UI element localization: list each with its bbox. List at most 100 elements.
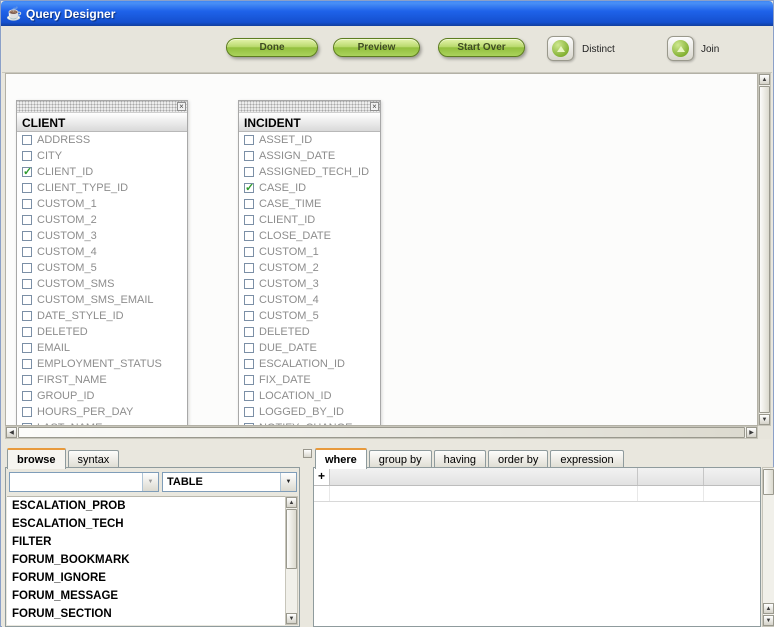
checkbox-due_date[interactable] [244,343,254,353]
table-list-item-forum_bookmark[interactable]: FORUM_BOOKMARK [7,551,285,569]
checkbox-custom_5[interactable] [22,263,32,273]
panel-drag-grip[interactable]: × [239,101,380,113]
grid-cell[interactable] [314,486,330,501]
splitter-handle[interactable] [303,449,312,458]
checkbox-employment_status[interactable] [22,359,32,369]
field-row-due_date[interactable]: DUE_DATE [239,340,380,356]
checkbox-custom_sms_email[interactable] [22,295,32,305]
field-row-group_id[interactable]: GROUP_ID [17,388,187,404]
table-list-item-forum_ignore[interactable]: FORUM_IGNORE [7,569,285,587]
field-row-case_id[interactable]: CASE_ID [239,180,380,196]
clause-vertical-scrollbar[interactable]: ▲ ▼ [762,467,774,627]
field-row-address[interactable]: ADDRESS [17,132,187,148]
table-list-vertical-scrollbar[interactable]: ▲ ▼ [285,496,298,625]
field-row-custom_sms[interactable]: CUSTOM_SMS [17,276,187,292]
checkbox-first_name[interactable] [22,375,32,385]
preview-button[interactable]: Preview [333,38,420,57]
checkbox-custom_1[interactable] [244,247,254,257]
checkbox-fix_date[interactable] [244,375,254,385]
field-row-custom_4[interactable]: CUSTOM_4 [17,244,187,260]
checkbox-group_id[interactable] [22,391,32,401]
field-row-logged_by_id[interactable]: LOGGED_BY_ID [239,404,380,420]
desktop-vertical-scrollbar[interactable]: ▲ ▼ [758,73,771,426]
tab-syntax[interactable]: syntax [68,450,120,468]
checkbox-custom_5[interactable] [244,311,254,321]
join-toggle-button[interactable] [667,36,694,61]
checkbox-custom_2[interactable] [244,263,254,273]
desktop-horizontal-scrollbar[interactable]: ◀ ▶ [5,426,758,439]
clause-grid-row[interactable] [314,486,760,502]
grid-cell[interactable] [330,486,638,501]
field-row-first_name[interactable]: FIRST_NAME [17,372,187,388]
field-row-deleted[interactable]: DELETED [239,324,380,340]
scrollbar-thumb[interactable] [763,469,774,495]
checkbox-deleted[interactable] [22,327,32,337]
checkbox-asset_id[interactable] [244,135,254,145]
field-row-fix_date[interactable]: FIX_DATE [239,372,380,388]
add-condition-button[interactable]: + [314,468,330,485]
field-row-custom_5[interactable]: CUSTOM_5 [239,308,380,324]
checkbox-custom_2[interactable] [22,215,32,225]
checkbox-hours_per_day[interactable] [22,407,32,417]
scrollbar-thumb[interactable] [18,427,745,438]
incident-table-panel[interactable]: × INCIDENT ASSET_IDASSIGN_DATEASSIGNED_T… [238,100,381,426]
scroll-up-icon[interactable]: ▲ [286,497,297,508]
checkbox-custom_1[interactable] [22,199,32,209]
field-row-custom_1[interactable]: CUSTOM_1 [239,244,380,260]
grid-cell[interactable] [704,486,760,501]
field-row-email[interactable]: EMAIL [17,340,187,356]
field-row-hours_per_day[interactable]: HOURS_PER_DAY [17,404,187,420]
field-row-custom_2[interactable]: CUSTOM_2 [239,260,380,276]
table-list-item-forum_message[interactable]: FORUM_MESSAGE [7,587,285,605]
scrollbar-thumb[interactable] [759,86,770,413]
checkbox-escalation_id[interactable] [244,359,254,369]
checkbox-custom_4[interactable] [244,295,254,305]
scrollbar-thumb[interactable] [286,509,297,569]
panel-drag-grip[interactable]: × [17,101,187,113]
field-row-assigned_tech_id[interactable]: ASSIGNED_TECH_ID [239,164,380,180]
title-bar[interactable]: ☕ Query Designer [1,1,773,26]
close-icon[interactable]: × [370,102,379,111]
grid-header-cell[interactable] [330,468,638,485]
table-list-item-filter[interactable]: FILTER [7,533,285,551]
table-list-item-escalation_tech[interactable]: ESCALATION_TECH [7,515,285,533]
tab-having[interactable]: having [434,450,486,468]
grid-header-cell[interactable] [704,468,760,485]
chevron-down-icon[interactable]: ▼ [142,473,158,491]
scroll-left-icon[interactable]: ◀ [6,427,17,438]
close-icon[interactable]: × [177,102,186,111]
start-over-button[interactable]: Start Over [438,38,525,57]
field-row-deleted[interactable]: DELETED [17,324,187,340]
tab-browse[interactable]: browse [7,448,66,469]
done-button[interactable]: Done [226,38,318,57]
checkbox-email[interactable] [22,343,32,353]
tab-group-by[interactable]: group by [369,450,432,468]
checkbox-assigned_tech_id[interactable] [244,167,254,177]
checkbox-custom_3[interactable] [22,231,32,241]
client-table-panel[interactable]: × CLIENT ADDRESSCITYCLIENT_IDCLIENT_TYPE… [16,100,188,426]
field-row-assign_date[interactable]: ASSIGN_DATE [239,148,380,164]
field-row-date_style_id[interactable]: DATE_STYLE_ID [17,308,187,324]
field-row-city[interactable]: CITY [17,148,187,164]
table-list-item-forum_section[interactable]: FORUM_SECTION [7,605,285,623]
table-list-item-escalation_prob[interactable]: ESCALATION_PROB [7,497,285,515]
field-row-custom_5[interactable]: CUSTOM_5 [17,260,187,276]
chevron-down-icon[interactable]: ▼ [280,473,296,491]
grid-cell[interactable] [638,486,704,501]
tab-order-by[interactable]: order by [488,450,548,468]
checkbox-city[interactable] [22,151,32,161]
field-row-custom_sms_email[interactable]: CUSTOM_SMS_EMAIL [17,292,187,308]
checkbox-date_style_id[interactable] [22,311,32,321]
checkbox-custom_4[interactable] [22,247,32,257]
checkbox-custom_sms[interactable] [22,279,32,289]
checkbox-close_date[interactable] [244,231,254,241]
scroll-up-icon[interactable]: ▲ [763,603,774,614]
field-row-custom_2[interactable]: CUSTOM_2 [17,212,187,228]
scroll-down-icon[interactable]: ▼ [763,615,774,626]
scroll-down-icon[interactable]: ▼ [286,613,297,624]
field-row-client_id[interactable]: CLIENT_ID [17,164,187,180]
tab-expression[interactable]: expression [550,450,623,468]
checkbox-client_id[interactable] [22,167,32,177]
field-row-case_time[interactable]: CASE_TIME [239,196,380,212]
checkbox-deleted[interactable] [244,327,254,337]
